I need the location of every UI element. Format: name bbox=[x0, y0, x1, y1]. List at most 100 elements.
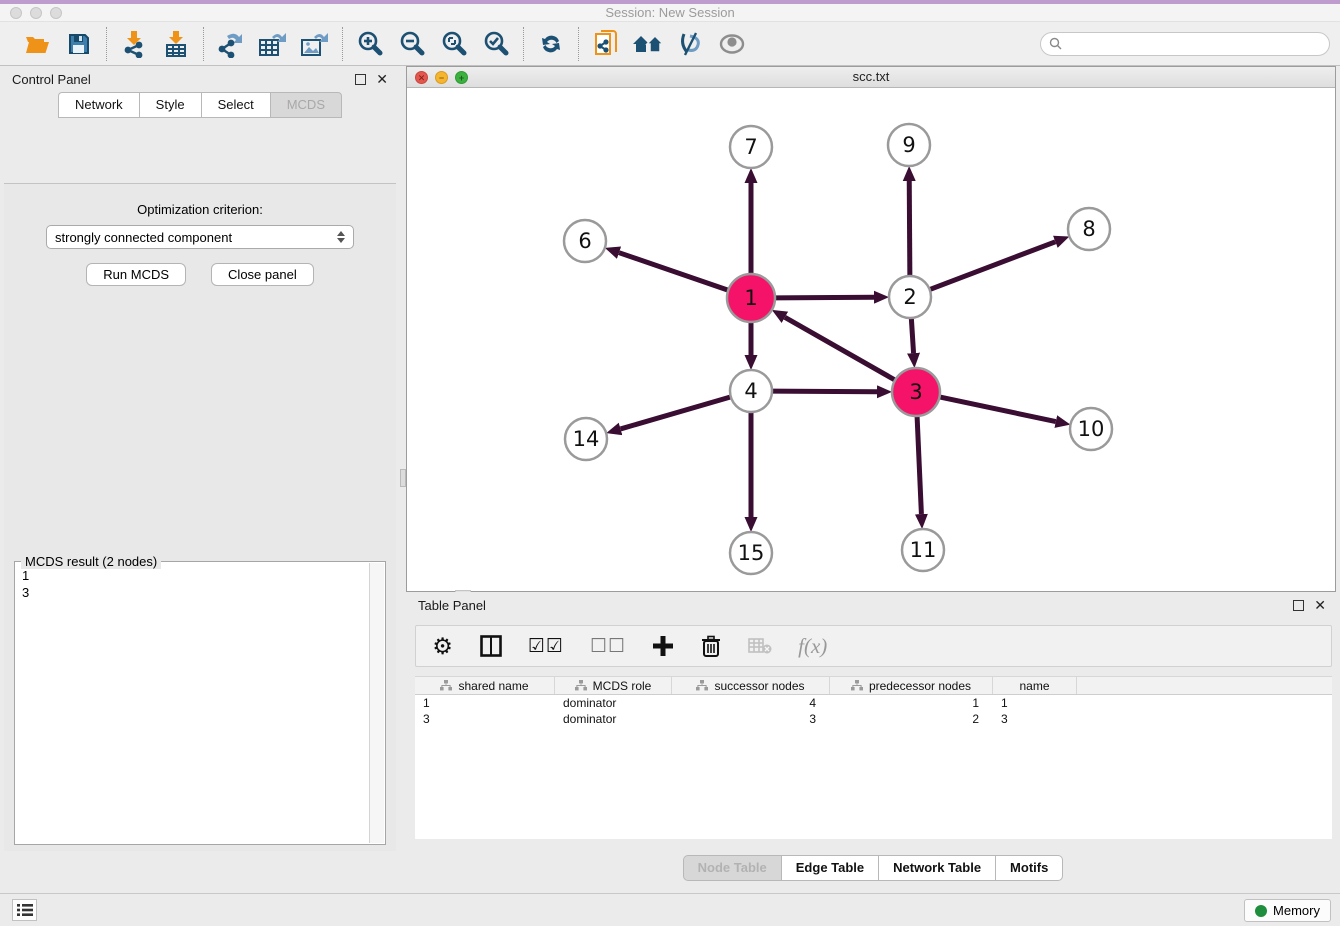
window-traffic-lights[interactable] bbox=[10, 7, 62, 19]
main-toolbar bbox=[0, 22, 1340, 66]
network-canvas[interactable]: 7968124314101511 bbox=[407, 89, 1335, 591]
network-window-close-icon[interactable]: ✕ bbox=[415, 71, 428, 84]
edge-2-3[interactable] bbox=[911, 318, 913, 353]
graph-node-label-3: 3 bbox=[909, 380, 922, 404]
export-network-icon[interactable] bbox=[213, 27, 249, 61]
zoom-fit-icon[interactable] bbox=[436, 27, 472, 61]
control-panel: Control Panel ✕ NetworkStyleSelectMCDS O… bbox=[0, 66, 400, 893]
network-graph[interactable]: 7968124314101511 bbox=[407, 89, 1335, 592]
cell-name[interactable]: 1 bbox=[993, 695, 1077, 711]
column-type-icon bbox=[851, 680, 863, 691]
cell-name[interactable]: 3 bbox=[993, 711, 1077, 727]
delete-table-icon bbox=[748, 637, 772, 655]
column-header-shared-name[interactable]: shared name bbox=[415, 677, 555, 694]
memory-status-icon bbox=[1255, 905, 1267, 917]
cell-MCDS-role[interactable]: dominator bbox=[555, 695, 672, 711]
export-image-icon[interactable] bbox=[297, 27, 333, 61]
eye-icon[interactable] bbox=[714, 27, 750, 61]
cell-predecessor-nodes[interactable]: 1 bbox=[830, 695, 993, 711]
hide-details-icon[interactable] bbox=[672, 27, 708, 61]
graph-node-label-4: 4 bbox=[744, 379, 757, 403]
table-tab-edge-table[interactable]: Edge Table bbox=[781, 855, 878, 881]
refresh-icon[interactable] bbox=[533, 27, 569, 61]
column-header-name[interactable]: name bbox=[993, 677, 1077, 694]
zoom-selected-icon[interactable] bbox=[478, 27, 514, 61]
export-table-icon[interactable] bbox=[255, 27, 291, 61]
network-window-title: scc.txt bbox=[407, 67, 1335, 87]
column-type-icon bbox=[575, 680, 587, 691]
window-close-button[interactable] bbox=[10, 7, 22, 19]
network-window-minimize-icon[interactable]: − bbox=[435, 71, 448, 84]
zoom-out-icon[interactable] bbox=[394, 27, 430, 61]
table-tab-motifs[interactable]: Motifs bbox=[995, 855, 1063, 881]
edge-1-6[interactable] bbox=[619, 253, 728, 291]
search-input[interactable] bbox=[1067, 37, 1321, 51]
table-panel-close-icon[interactable]: ✕ bbox=[1314, 600, 1326, 611]
memory-button[interactable]: Memory bbox=[1244, 899, 1331, 922]
table-tab-bar: Node TableEdge TableNetwork TableMotifs bbox=[406, 855, 1340, 881]
table-tab-network-table[interactable]: Network Table bbox=[878, 855, 995, 881]
cell-shared-name[interactable]: 1 bbox=[415, 695, 555, 711]
add-column-icon[interactable] bbox=[652, 635, 674, 657]
import-network-icon[interactable] bbox=[116, 27, 152, 61]
edge-1-2[interactable] bbox=[775, 297, 874, 298]
edge-4-14[interactable] bbox=[621, 397, 731, 429]
edge-3-11[interactable] bbox=[917, 416, 921, 514]
window-minimize-button[interactable] bbox=[30, 7, 42, 19]
graph-node-label-15: 15 bbox=[738, 541, 765, 565]
control-panel-tab-network[interactable]: Network bbox=[58, 92, 139, 118]
home-layout-icon[interactable] bbox=[630, 27, 666, 61]
graph-node-label-9: 9 bbox=[902, 133, 915, 157]
task-history-button[interactable] bbox=[12, 899, 37, 921]
control-panel-tab-style[interactable]: Style bbox=[139, 92, 201, 118]
column-header-successor-nodes[interactable]: successor nodes bbox=[672, 677, 830, 694]
control-panel-close-icon[interactable]: ✕ bbox=[376, 74, 388, 85]
column-header-predecessor-nodes[interactable]: predecessor nodes bbox=[830, 677, 993, 694]
graph-node-label-7: 7 bbox=[744, 135, 757, 159]
network-window-titlebar[interactable]: ✕ − + scc.txt bbox=[407, 67, 1335, 88]
delete-column-trash-icon[interactable] bbox=[700, 635, 722, 658]
table-tab-node-table[interactable]: Node Table bbox=[683, 855, 781, 881]
column-header-MCDS-role[interactable]: MCDS role bbox=[555, 677, 672, 694]
table-options-gear-icon[interactable]: ⚙ bbox=[432, 633, 454, 660]
window-maximize-button[interactable] bbox=[50, 7, 62, 19]
graph-node-label-10: 10 bbox=[1078, 417, 1105, 441]
network-window-maximize-icon[interactable]: + bbox=[455, 71, 468, 84]
optimization-criterion-select[interactable]: strongly connected component bbox=[46, 225, 354, 249]
table-panel-title: Table Panel bbox=[418, 598, 486, 613]
edge-3-1[interactable] bbox=[785, 317, 895, 380]
select-all-checkboxes-icon[interactable]: ☑☑ bbox=[528, 635, 564, 658]
deselect-all-checkboxes-icon[interactable]: ☐☐ bbox=[590, 635, 626, 658]
control-panel-float-icon[interactable] bbox=[355, 74, 366, 85]
mcds-result-scrollbar[interactable] bbox=[369, 563, 384, 843]
zoom-in-icon[interactable] bbox=[352, 27, 388, 61]
edge-4-3[interactable] bbox=[772, 391, 877, 392]
cell-shared-name[interactable]: 3 bbox=[415, 711, 555, 727]
search-box[interactable] bbox=[1040, 32, 1330, 56]
run-mcds-button[interactable]: Run MCDS bbox=[86, 263, 186, 286]
table-row[interactable]: 3dominator323 bbox=[415, 711, 1332, 727]
cell-successor-nodes[interactable]: 3 bbox=[672, 711, 830, 727]
cell-predecessor-nodes[interactable]: 2 bbox=[830, 711, 993, 727]
cell-MCDS-role[interactable]: dominator bbox=[555, 711, 672, 727]
control-panel-tab-bar: NetworkStyleSelectMCDS bbox=[0, 92, 400, 118]
import-table-icon[interactable] bbox=[158, 27, 194, 61]
control-panel-title: Control Panel bbox=[12, 72, 91, 87]
edge-2-8[interactable] bbox=[930, 242, 1056, 290]
graph-node-label-8: 8 bbox=[1082, 217, 1095, 241]
save-session-icon[interactable] bbox=[61, 27, 97, 61]
edge-3-10[interactable] bbox=[939, 397, 1055, 422]
network-view-window: ✕ − + scc.txt 7968124314101511 bbox=[406, 66, 1336, 592]
edge-2-9[interactable] bbox=[909, 181, 910, 276]
cell-successor-nodes[interactable]: 4 bbox=[672, 695, 830, 711]
graph-node-label-14: 14 bbox=[573, 427, 600, 451]
table-panel-float-icon[interactable] bbox=[1293, 600, 1304, 611]
control-panel-tab-select[interactable]: Select bbox=[201, 92, 270, 118]
open-file-icon[interactable] bbox=[19, 27, 55, 61]
close-panel-button[interactable]: Close panel bbox=[211, 263, 314, 286]
clone-network-icon[interactable] bbox=[588, 27, 624, 61]
table-row[interactable]: 1dominator411 bbox=[415, 695, 1332, 711]
split-panel-icon[interactable] bbox=[480, 635, 502, 657]
mcds-result-text[interactable]: 1 3 bbox=[16, 563, 369, 843]
control-panel-tab-mcds[interactable]: MCDS bbox=[270, 92, 342, 118]
